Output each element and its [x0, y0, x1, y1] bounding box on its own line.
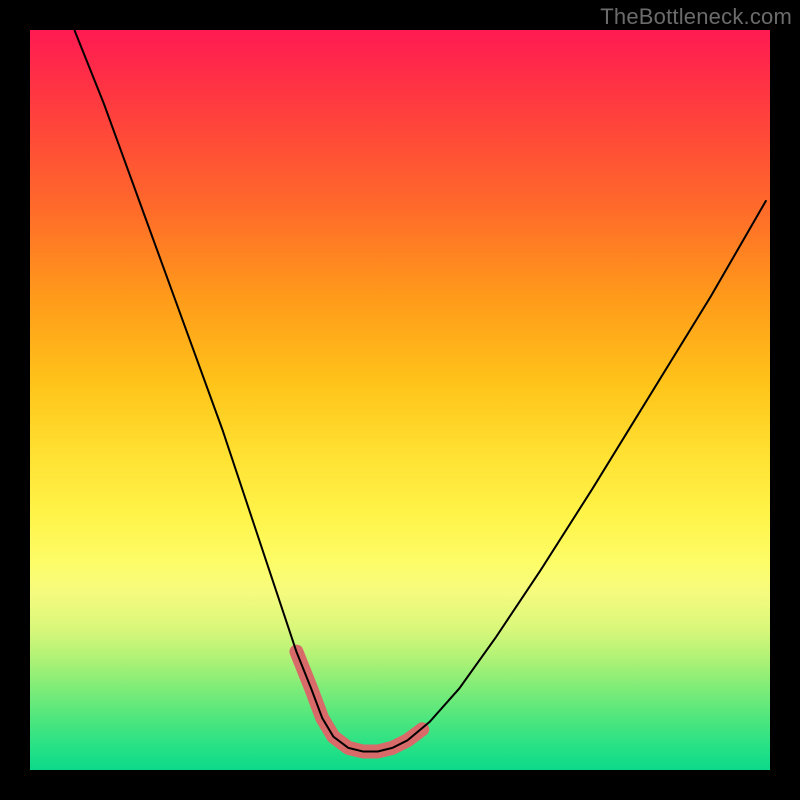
watermark-text: TheBottleneck.com	[600, 4, 792, 30]
gradient-plot-area	[30, 30, 770, 770]
bottleneck-curve	[74, 30, 766, 752]
chart-frame: TheBottleneck.com	[0, 0, 800, 800]
curve-svg	[30, 30, 770, 770]
